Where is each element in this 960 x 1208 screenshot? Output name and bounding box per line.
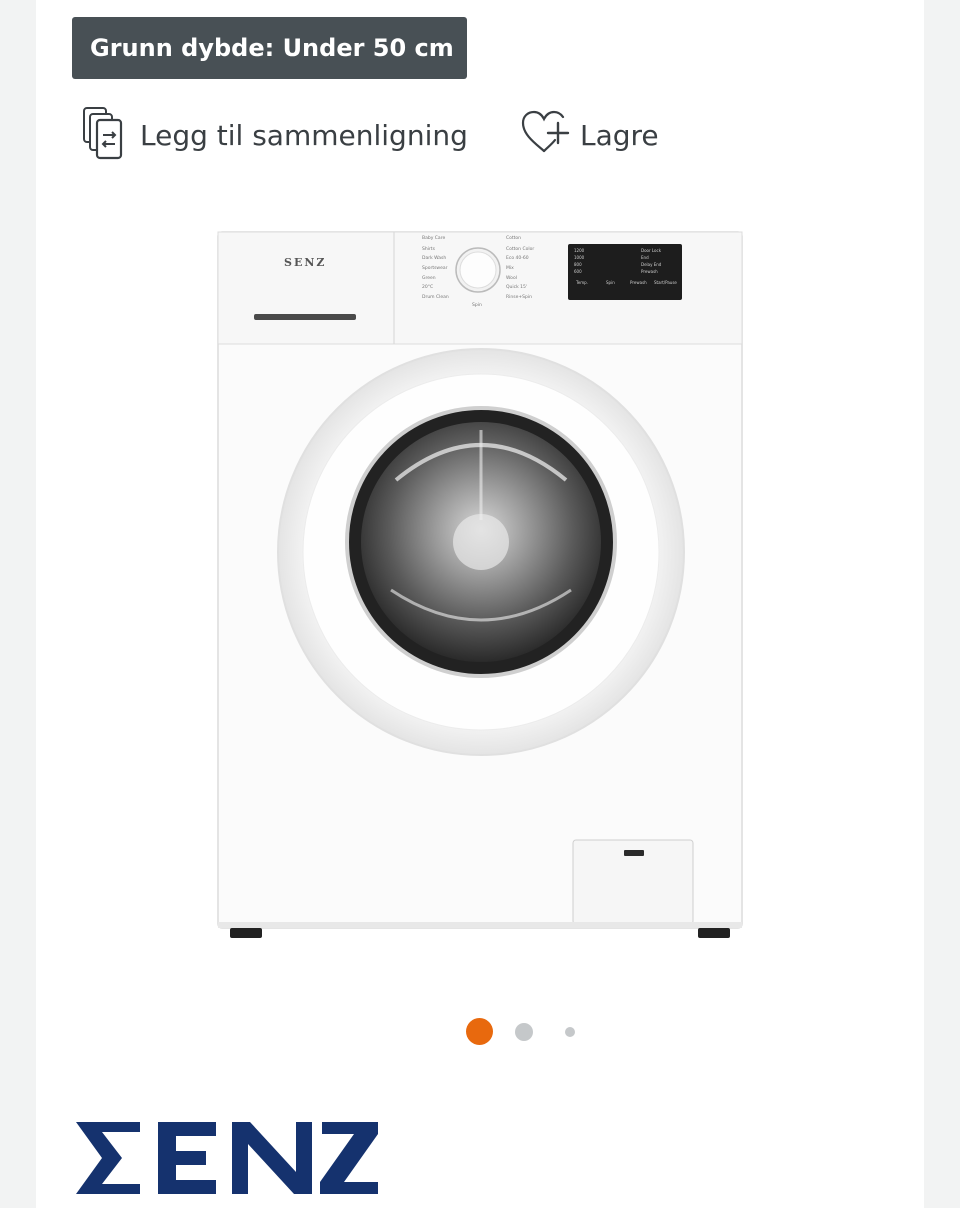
depth-badge: Grunn dybde: Under 50 cm [72, 17, 467, 79]
add-to-compare-button[interactable]: Legg til sammenligning [82, 100, 468, 170]
save-label: Lagre [580, 118, 659, 152]
svg-text:800: 800 [574, 262, 582, 267]
carousel-dot-1[interactable] [466, 1018, 493, 1045]
svg-text:Spin: Spin [606, 280, 615, 285]
svg-text:Green: Green [422, 275, 436, 281]
svg-text:Cotton Color: Cotton Color [506, 246, 534, 252]
brand-logo[interactable] [72, 1118, 382, 1198]
svg-text:600: 600 [574, 269, 582, 274]
svg-text:Sportswear: Sportswear [422, 265, 448, 271]
heart-plus-icon [520, 109, 570, 162]
svg-text:20°C: 20°C [422, 284, 433, 290]
product-image[interactable]: SENZ Baby Care Shirts Dark Wash Sportswe… [216, 230, 746, 950]
svg-text:Cotton: Cotton [506, 235, 521, 241]
svg-text:Door Lock: Door Lock [641, 248, 662, 253]
svg-text:Temp.: Temp. [575, 280, 588, 285]
svg-text:Baby Care: Baby Care [422, 235, 445, 241]
svg-text:Prewash: Prewash [641, 269, 658, 274]
add-to-compare-label: Legg til sammenligning [140, 118, 468, 152]
svg-text:Wool: Wool [506, 275, 517, 281]
svg-text:Prewash: Prewash [630, 280, 647, 285]
svg-text:Quick 15': Quick 15' [506, 284, 527, 290]
svg-text:Dark Wash: Dark Wash [422, 255, 446, 261]
compare-icon [82, 104, 130, 167]
svg-text:Shirts: Shirts [422, 246, 436, 252]
save-button[interactable]: Lagre [520, 100, 659, 170]
depth-badge-text: Grunn dybde: Under 50 cm [90, 34, 454, 62]
device-brand-label: SENZ [284, 256, 326, 269]
svg-text:Drum Clean: Drum Clean [422, 294, 449, 300]
svg-text:Start/Pause: Start/Pause [654, 280, 677, 285]
carousel-pagination [456, 1016, 586, 1046]
svg-text:1200: 1200 [574, 248, 585, 253]
svg-text:Eco 40-60: Eco 40-60 [506, 255, 529, 261]
carousel-dot-3[interactable] [565, 1027, 575, 1037]
svg-text:Spin: Spin [472, 302, 482, 308]
product-page: Grunn dybde: Under 50 cm Legg til sammen… [36, 0, 924, 1208]
product-actions: Legg til sammenligning Lagre [82, 100, 782, 170]
svg-text:Delay End: Delay End [641, 262, 662, 267]
svg-text:1000: 1000 [574, 255, 585, 260]
svg-text:End: End [641, 255, 649, 260]
svg-text:Rinse+Spin: Rinse+Spin [506, 294, 532, 300]
svg-text:Mix: Mix [506, 265, 514, 271]
carousel-dot-2[interactable] [515, 1023, 533, 1041]
